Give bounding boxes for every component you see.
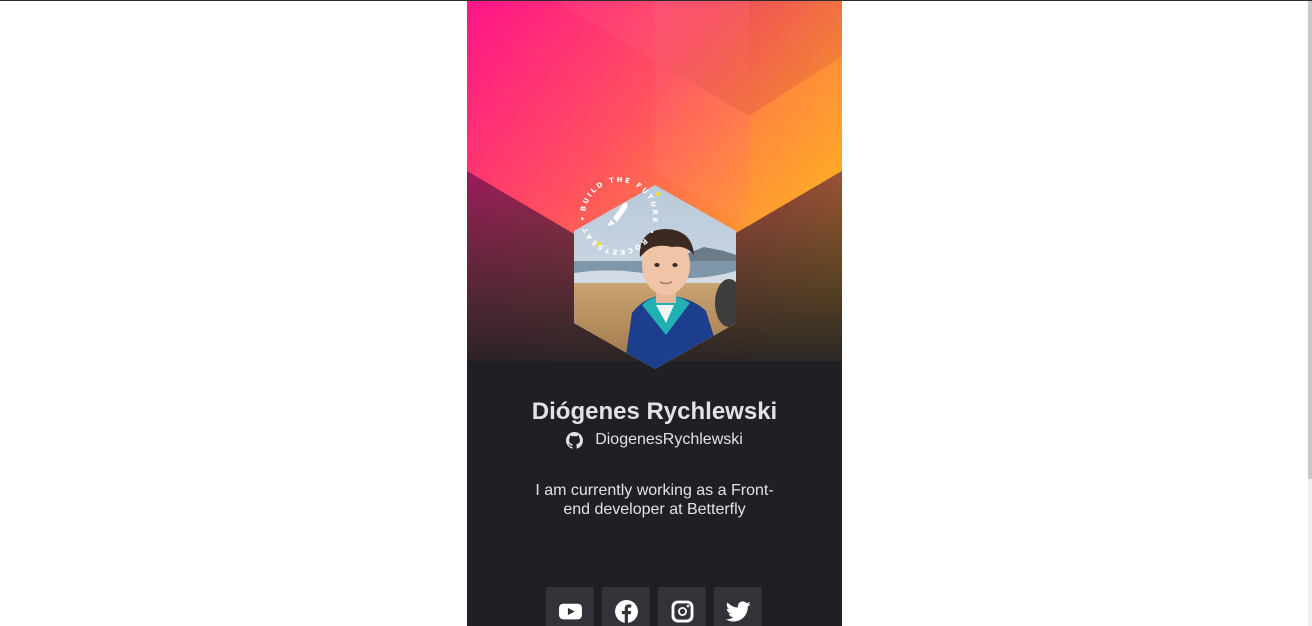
instagram-button[interactable] [658, 587, 706, 626]
youtube-button[interactable] [546, 587, 594, 626]
rocketseat-badge: BUILD THE FUTURE • ROCKETSEAT • [579, 176, 660, 256]
avatar: BUILD THE FUTURE • ROCKETSEAT • [569, 166, 741, 371]
scrollbar-thumb[interactable] [1308, 1, 1312, 479]
instagram-icon [671, 600, 693, 622]
facebook-button[interactable] [602, 587, 650, 626]
facebook-icon [614, 599, 638, 623]
youtube-icon [558, 603, 582, 619]
twitter-icon [725, 600, 751, 621]
github-username[interactable]: DiogenesRychlewski [595, 430, 743, 450]
profile-card: BUILD THE FUTURE • ROCKETSEAT • Diógenes… [467, 1, 842, 626]
profile-name: Diógenes Rychlewski [531, 398, 778, 425]
profile-bio: I am currently working as a Front-end de… [535, 482, 774, 518]
github-icon [566, 431, 584, 449]
page-scrollbar[interactable] [1308, 1, 1312, 626]
twitter-button[interactable] [714, 587, 762, 626]
social-links [546, 587, 762, 626]
github-link[interactable]: DiogenesRychlewski [467, 430, 842, 450]
